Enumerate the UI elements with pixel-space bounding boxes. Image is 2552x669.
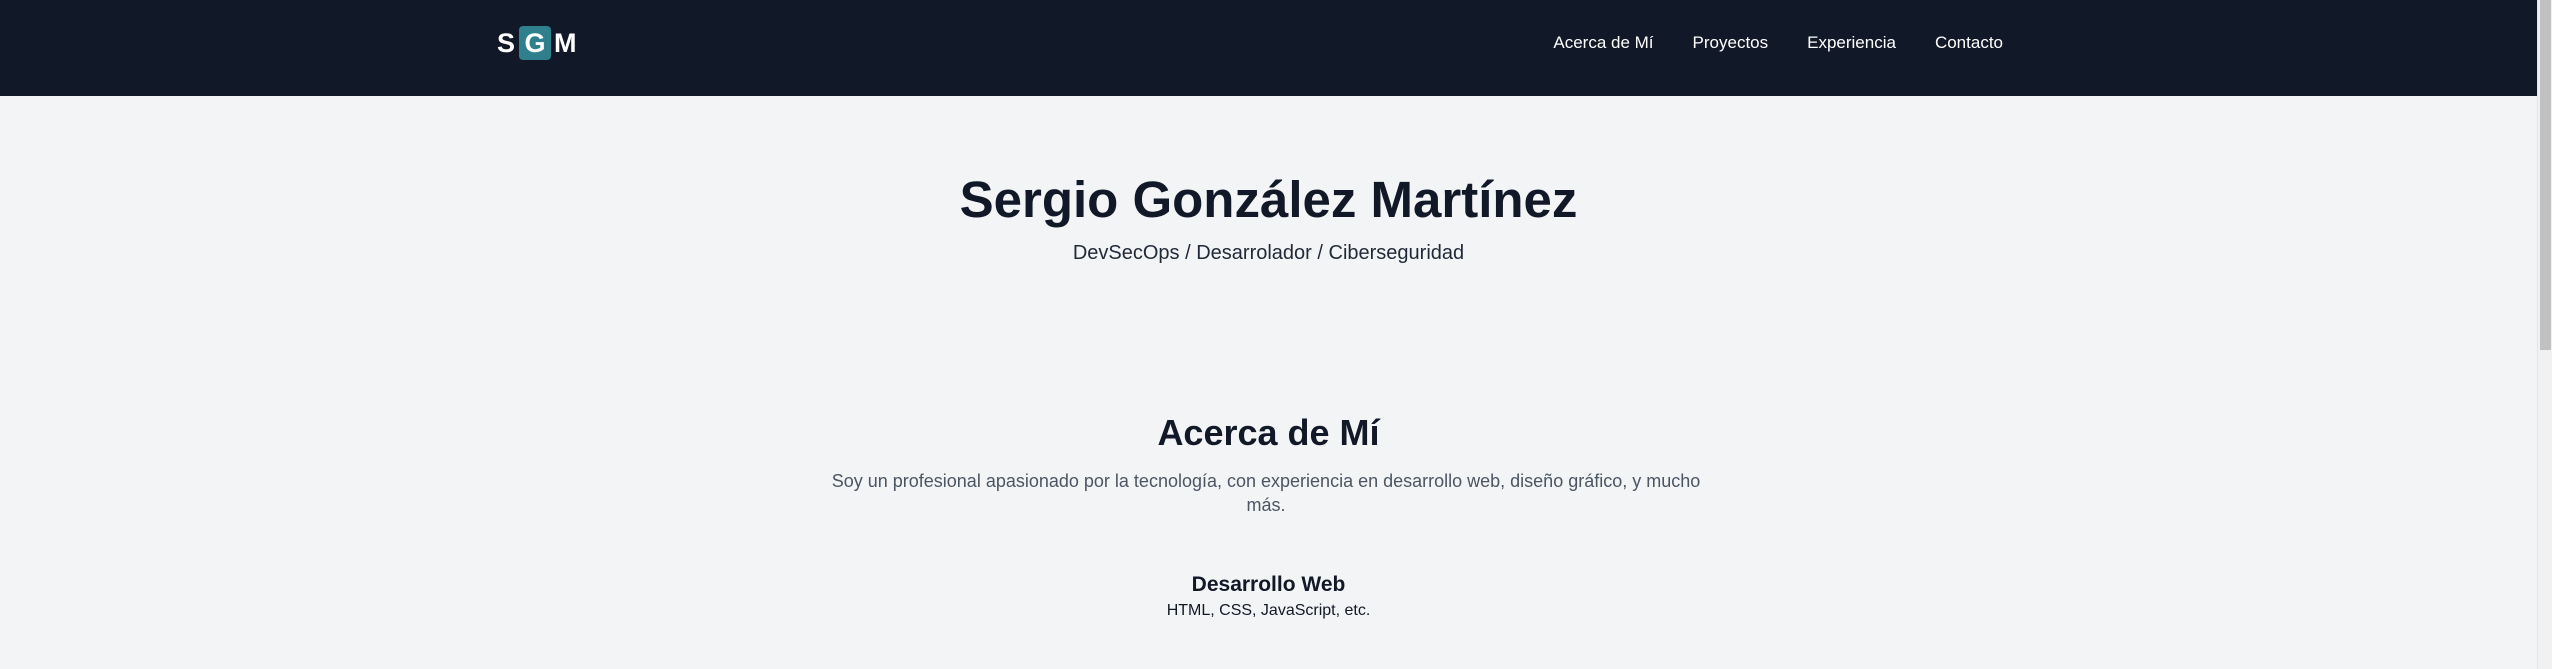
about-description: Soy un profesional apasionado por la tec… [831,471,1701,515]
skill-title-web-development: Desarrollo Web [1191,573,1346,596]
scrollbar-thumb[interactable] [2540,0,2551,350]
hero-subtitle: DevSecOps / Desarrolador / Cibersegurida… [1072,242,1465,264]
nav-menu: Acerca de Mí Proyectos Experiencia Conta… [1553,33,2003,53]
about-section-title: Acerca de Mí [1157,412,1380,453]
logo-letter-g-highlight: G [519,26,552,60]
nav-link-experience[interactable]: Experiencia [1807,33,1896,53]
navbar: S G M Acerca de Mí Proyectos Experiencia… [0,0,2537,96]
nav-link-projects[interactable]: Proyectos [1693,33,1769,53]
skill-description-web-development: HTML, CSS, JavaScript, etc. [1166,602,1371,619]
page: S G M Acerca de Mí Proyectos Experiencia… [0,0,2552,669]
logo-letter-s: S [497,27,516,58]
vertical-scrollbar[interactable] [2537,0,2552,669]
nav-link-about[interactable]: Acerca de Mí [1553,33,1653,53]
logo[interactable]: S G M [497,26,577,60]
logo-letter-m: M [554,27,577,58]
hero-title: Sergio González Martínez [959,171,1578,228]
nav-link-contact[interactable]: Contacto [1935,33,2003,53]
